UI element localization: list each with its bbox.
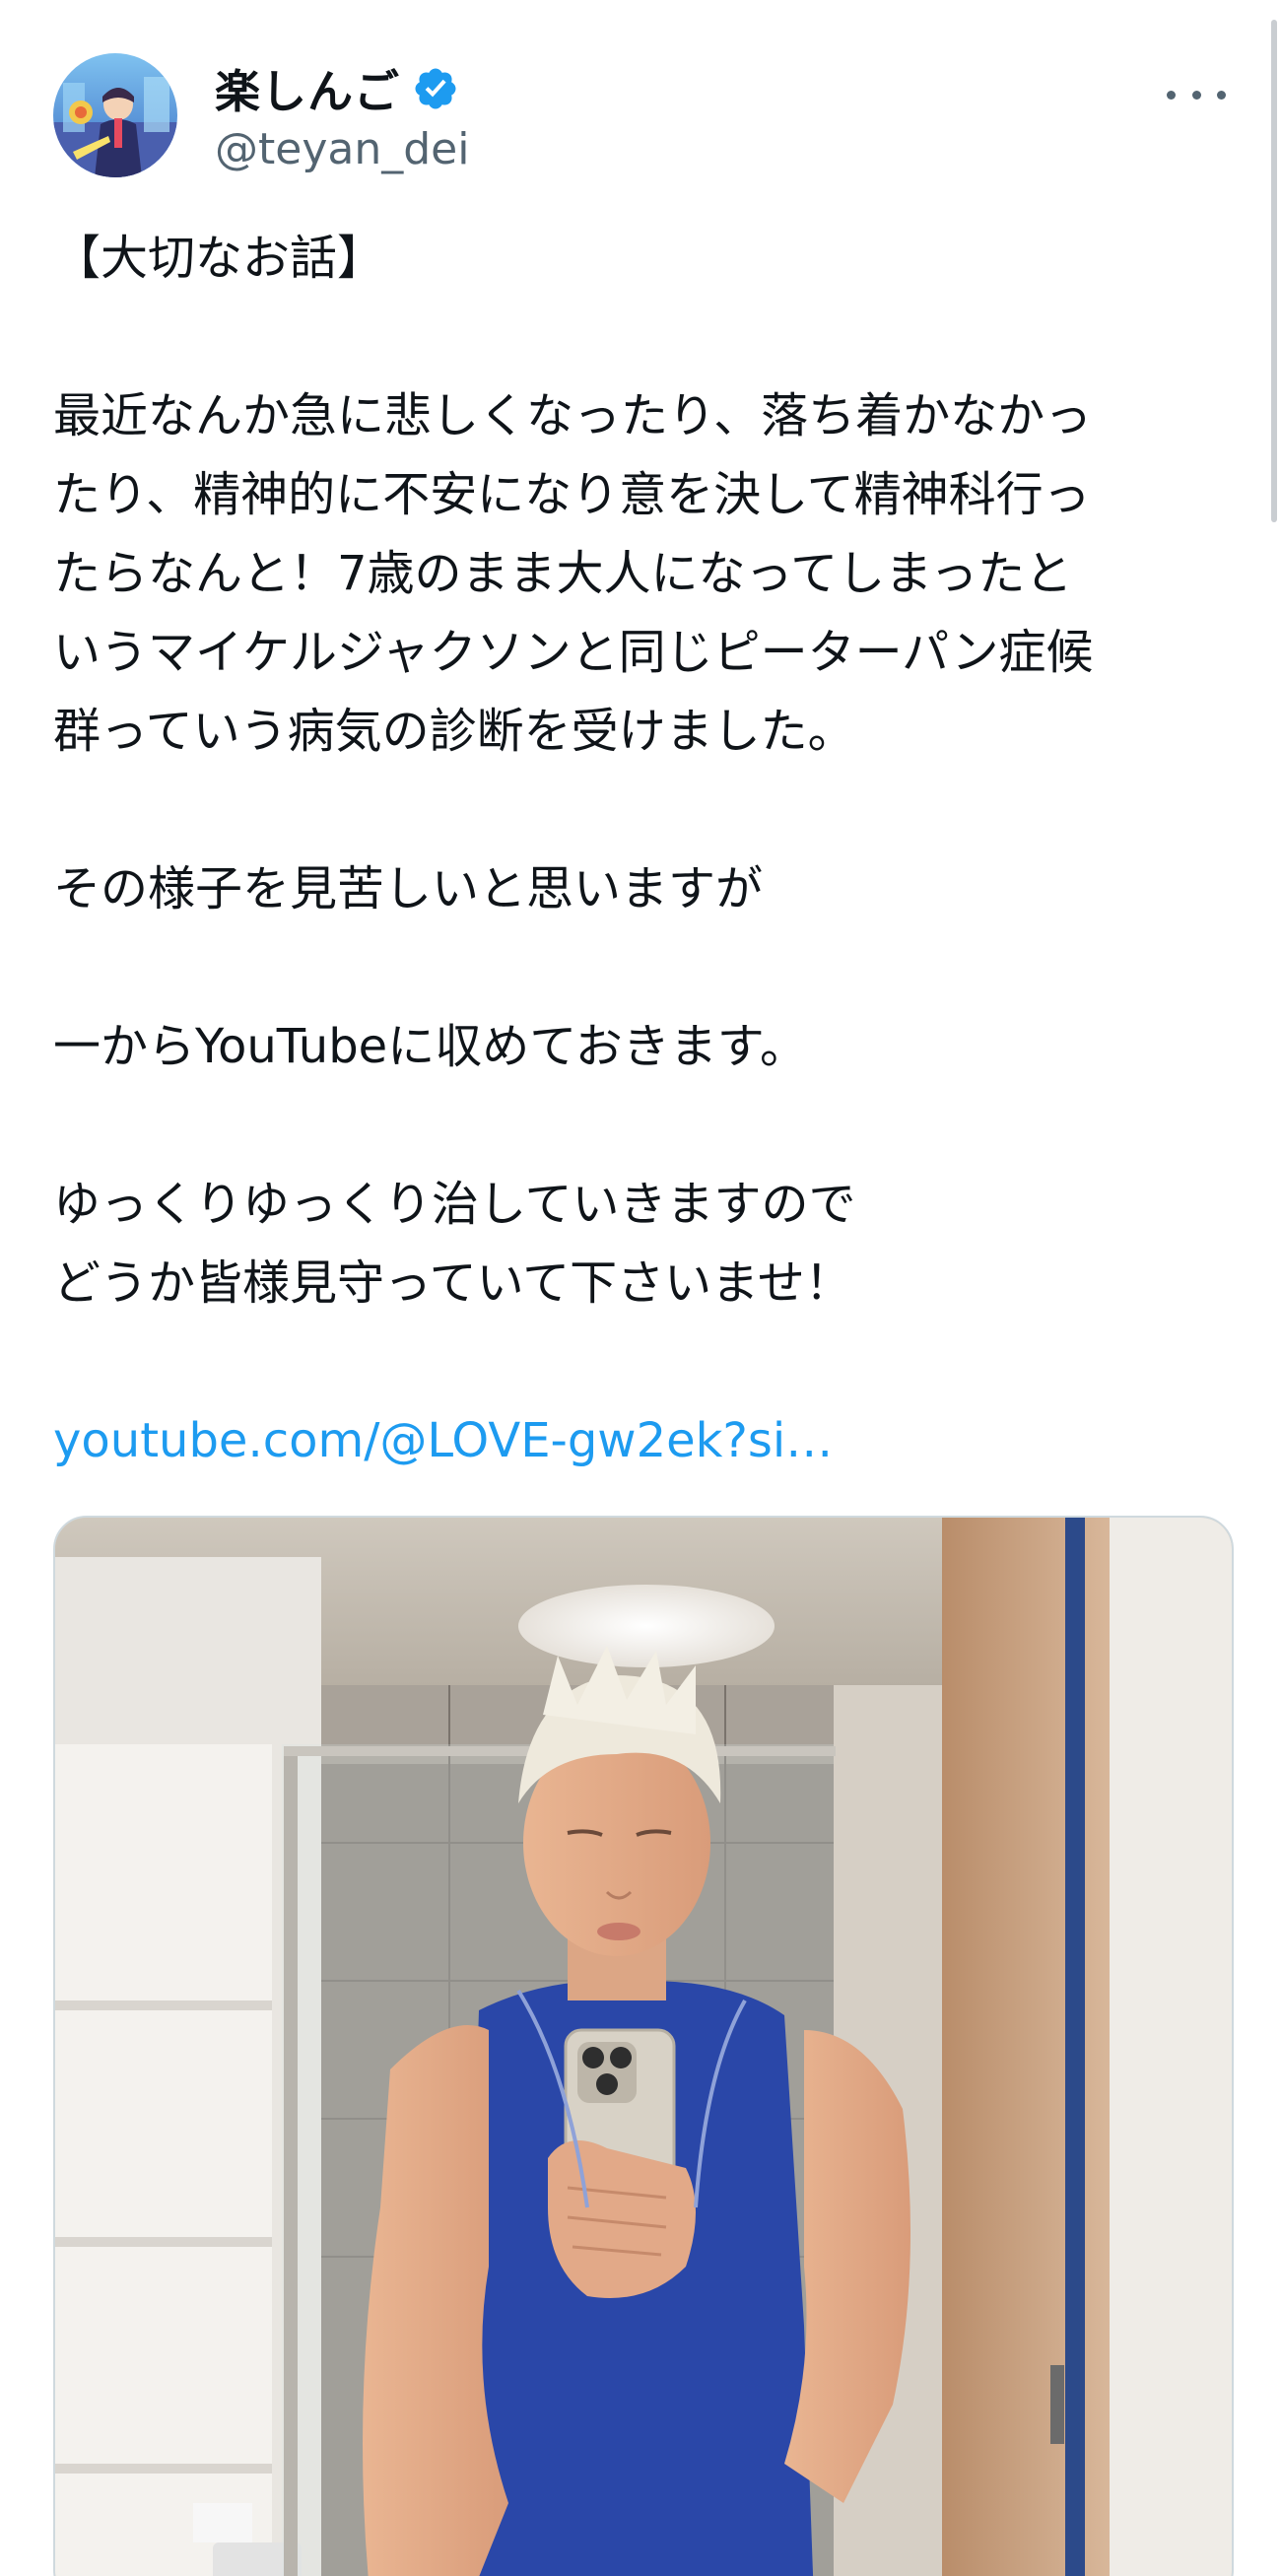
tweet-line: たらなんと！7歳のまま大人になってしまったと <box>53 546 1073 601</box>
youtube-link[interactable]: youtube.com/@LOVE-gw2ek?si… <box>53 1413 833 1468</box>
tweet-line: どうか皆様見守っていて下さいませ！ <box>53 1255 852 1311</box>
tweet-photo[interactable] <box>53 1516 1234 2576</box>
tweet-line: 群っていう病気の診断を受けました。 <box>53 704 855 759</box>
tweet-line: いうマイケルジャクソンと同じピーターパン症候 <box>53 625 1094 680</box>
scrollbar[interactable] <box>1271 20 1277 522</box>
avatar-image <box>53 53 177 177</box>
author-names: 楽しんご @teyan_dei <box>215 59 469 174</box>
tweet-line: その様子を見苦しいと思いますが <box>53 861 764 916</box>
display-name-row: 楽しんご <box>215 59 469 118</box>
tweet-page: 楽しんご @teyan_dei 【大切なお話】 最近なんか急に悲しくなったり、落… <box>0 0 1281 2576</box>
more-options-icon[interactable] <box>1167 75 1226 114</box>
tweet-line: 一からYouTubeに収めておきます。 <box>53 1019 807 1074</box>
verified-badge-icon[interactable] <box>412 65 459 112</box>
tweet-line: 【大切なお話】 <box>53 231 385 286</box>
tweet-line: たり、精神的に不安になり意を決して精神科行っ <box>53 467 1091 522</box>
tweet-line: 最近なんか急に悲しくなったり、落ち着かなかっ <box>53 388 1093 443</box>
mirror-selfie-photo <box>55 1518 1232 2576</box>
display-name[interactable]: 楽しんご <box>215 56 400 121</box>
tweet-header: 楽しんご @teyan_dei <box>53 53 1236 179</box>
tweet-text: 【大切なお話】 最近なんか急に悲しくなったり、落ち着かなかっ たり、精神的に不安… <box>53 219 1236 1480</box>
avatar[interactable] <box>53 53 177 177</box>
tweet-line: ゆっくりゆっくり治していきますので <box>53 1177 856 1232</box>
handle[interactable]: @teyan_dei <box>215 124 469 174</box>
